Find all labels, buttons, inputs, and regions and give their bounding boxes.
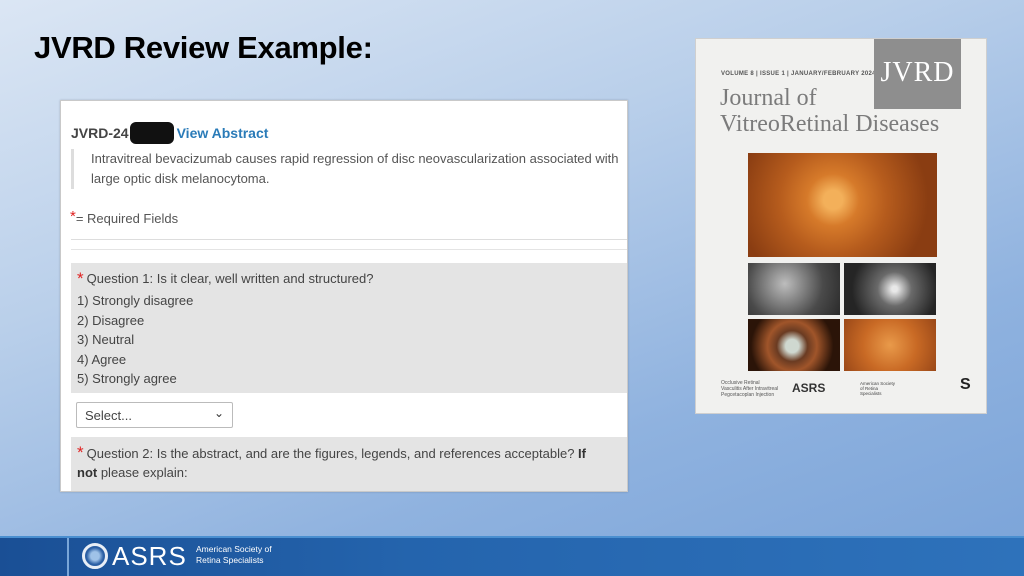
view-abstract-link[interactable]: View Abstract	[177, 125, 269, 141]
cover-angiogram-photo	[748, 263, 840, 315]
cover-journal-name: Journal of VitreoRetinal Diseases	[720, 85, 940, 137]
question-1-text: Question 1: Is it clear, well written an…	[86, 271, 374, 286]
required-star: *	[77, 443, 84, 462]
asrs-logo-icon	[82, 543, 108, 569]
question-1-select[interactable]: Select... ⌄	[76, 402, 233, 428]
cover-angiogram-photo	[844, 263, 936, 315]
cover-issue-line: VOLUME 8 | ISSUE 1 | JANUARY/FEBRUARY 20…	[721, 71, 876, 77]
slide-title: JVRD Review Example:	[34, 30, 373, 65]
footer-divider	[67, 538, 69, 576]
select-value: Select...	[85, 408, 132, 423]
question-1-option: 2) Disagree	[77, 313, 145, 328]
divider	[71, 249, 627, 250]
abstract-text: Intravitreal bevacizumab causes rapid re…	[71, 149, 627, 189]
cover-footer-text: Occlusive Retinal Vasculitis After Intra…	[721, 380, 779, 398]
asrs-org-name: American Society of Retina Specialists	[196, 544, 272, 565]
question-2-block: * Question 2: Is the abstract, and are th…	[71, 437, 627, 491]
question-1-block: * Question 1: Is it clear, well written a…	[71, 263, 627, 393]
required-fields-note: *= Required Fields	[70, 208, 178, 226]
cover-eye-photo	[748, 319, 840, 371]
question-1-option: 4) Agree	[77, 352, 127, 367]
sage-s-logo: S	[960, 376, 971, 393]
cover-asrs-logo: ASRS	[792, 381, 826, 395]
review-form-screenshot: JVRD-24 View Abstract Intravitreal bevaci…	[60, 100, 628, 492]
question-1-title: * Question 1: Is it clear, well written a…	[77, 269, 373, 289]
manuscript-id: JVRD-24	[71, 125, 129, 141]
question-2-text: * Question 2: Is the abstract, and are th…	[77, 443, 586, 480]
slide-footer: ASRS American Society of Retina Speciali…	[0, 538, 1024, 576]
journal-cover-image: VOLUME 8 | ISSUE 1 | JANUARY/FEBRUARY 20…	[695, 38, 987, 414]
asrs-logo-text: ASRS	[112, 541, 187, 571]
chevron-down-icon: ⌄	[213, 406, 224, 420]
question-1-option: 3) Neutral	[77, 332, 135, 347]
cover-fundus-photo	[844, 319, 936, 371]
cover-fundus-photo	[748, 153, 937, 257]
redaction-mark	[129, 122, 174, 144]
required-star: *	[77, 269, 84, 288]
question-1-option: 5) Strongly agree	[77, 371, 177, 386]
required-label: = Required Fields	[75, 211, 179, 226]
divider	[71, 239, 627, 240]
cover-asrs-subtitle: American Society of Retina Specialists	[860, 381, 896, 396]
question-1-option: 1) Strongly disagree	[77, 293, 194, 308]
manuscript-header: JVRD-24 View Abstract	[71, 122, 268, 144]
